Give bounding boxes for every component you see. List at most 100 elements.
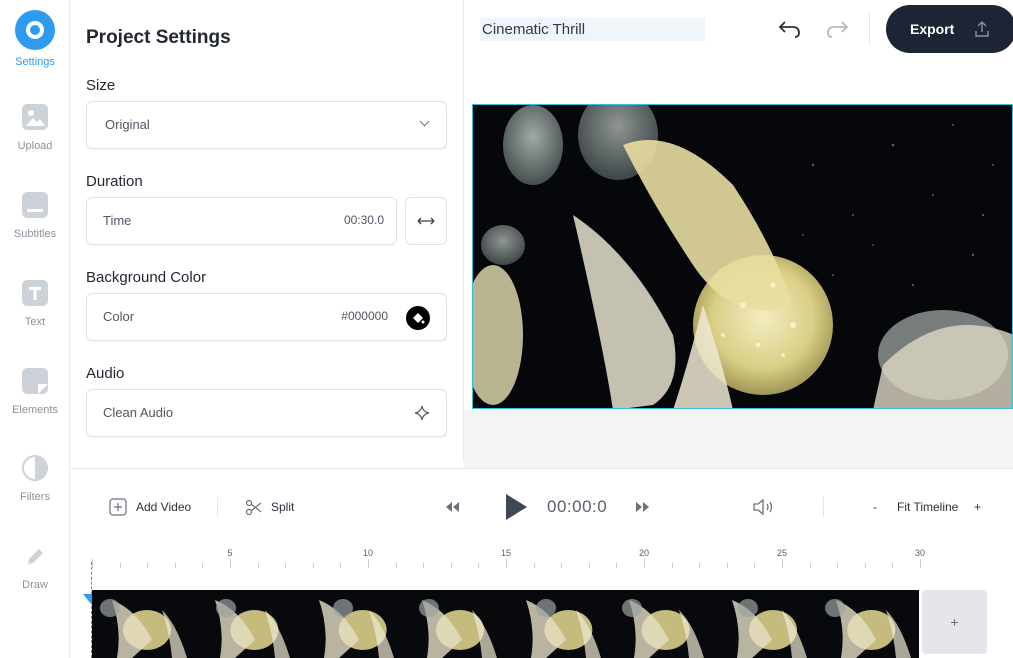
add-box-icon — [109, 498, 127, 516]
ruler-tick — [726, 563, 728, 568]
duration-field[interactable]: Time 00:30.0 — [86, 197, 397, 245]
split-label: Split — [271, 500, 295, 514]
undo-button[interactable] — [775, 17, 803, 41]
sidebar-item-draw[interactable]: Draw — [0, 543, 70, 623]
tool-sidebar: Settings Upload Subtitles Text Elements … — [0, 0, 70, 658]
duration-label: Duration — [86, 173, 143, 190]
clip-thumbnail — [712, 590, 817, 658]
clip-thumbnail — [92, 590, 196, 658]
ruler-tick — [312, 563, 314, 568]
sidebar-item-settings[interactable]: Settings — [0, 10, 70, 90]
video-track[interactable] — [92, 590, 919, 658]
ruler-label: 20 — [638, 548, 650, 558]
paint-bucket-icon[interactable] — [406, 306, 430, 330]
jellyfish-video-frame — [473, 105, 1012, 408]
ruler-label: 5 — [227, 548, 233, 558]
timeline-ruler[interactable]: 5 10 15 20 25 30 — [92, 548, 932, 568]
ruler-tick — [864, 563, 866, 568]
sidebar-item-filters[interactable]: Filters — [0, 455, 70, 535]
zoom-out-button[interactable]: - — [873, 500, 877, 514]
skip-back-button[interactable] — [444, 500, 460, 518]
add-clip-button[interactable]: + — [922, 590, 987, 654]
fast-forward-icon — [636, 502, 649, 512]
play-button[interactable] — [502, 492, 530, 522]
ruler-tick — [588, 563, 590, 568]
ruler-tick — [340, 563, 342, 568]
sidebar-item-label: Draw — [22, 579, 48, 591]
clip-thumbnail — [402, 590, 507, 658]
sidebar-item-elements[interactable]: Elements — [0, 368, 70, 448]
skip-forward-button[interactable] — [635, 500, 651, 518]
panel-title: Project Settings — [86, 27, 231, 48]
ruler-tick — [478, 563, 480, 568]
pencil-icon — [22, 543, 48, 569]
clip-thumbnail — [298, 590, 403, 658]
fit-duration-button[interactable] — [405, 197, 447, 245]
split-button[interactable]: Split — [245, 497, 294, 517]
undo-icon — [778, 21, 800, 38]
ruler-tick — [257, 563, 259, 568]
volume-button[interactable] — [752, 497, 776, 522]
sidebar-item-label: Elements — [12, 404, 58, 416]
ruler-tick — [147, 563, 149, 568]
ruler-tick — [920, 559, 921, 568]
redo-button[interactable] — [824, 17, 852, 41]
toolbar-divider — [217, 497, 218, 517]
background-color-field[interactable]: Color #000000 — [86, 293, 447, 341]
ruler-tick — [368, 559, 369, 568]
volume-icon — [753, 498, 773, 516]
subtitles-icon — [22, 192, 48, 218]
size-select[interactable]: Original — [86, 101, 447, 149]
ruler-tick — [837, 563, 839, 568]
ruler-tick — [230, 559, 231, 568]
fit-timeline-button[interactable]: Fit Timeline — [897, 500, 958, 514]
ruler-tick — [644, 559, 645, 568]
upload-icon — [975, 21, 989, 37]
sidebar-item-text[interactable]: Text — [0, 280, 70, 360]
duration-value: 00:30.0 — [343, 213, 384, 227]
color-field-label: Color — [103, 309, 135, 324]
audio-label: Audio — [86, 365, 125, 382]
ruler-tick — [174, 563, 176, 568]
add-video-button[interactable]: Add Video — [109, 497, 191, 517]
color-hex-value: #000000 — [341, 309, 388, 323]
settings-icon — [15, 10, 55, 50]
clean-audio-button[interactable]: Clean Audio — [86, 389, 447, 437]
current-time: 00:00:0 — [547, 497, 608, 516]
ruler-tick — [119, 563, 121, 568]
ruler-tick — [506, 559, 507, 568]
sidebar-item-upload[interactable]: Upload — [0, 104, 70, 184]
sticker-icon — [22, 368, 48, 394]
ruler-label: 25 — [776, 548, 788, 558]
horizontal-arrows-icon — [417, 217, 435, 225]
ruler-tick — [395, 563, 397, 568]
canvas-backdrop — [464, 410, 1013, 468]
ruler-tick — [450, 563, 452, 568]
sidebar-item-label: Subtitles — [13, 228, 57, 240]
sparkle-icon — [414, 405, 430, 421]
ruler-tick — [202, 563, 204, 568]
ruler-tick — [533, 563, 535, 568]
ruler-tick — [561, 563, 563, 568]
section-divider — [70, 468, 1013, 469]
video-preview[interactable] — [472, 104, 1013, 409]
ruler-tick — [782, 559, 783, 568]
chevron-down-icon — [419, 116, 430, 127]
sidebar-item-subtitles[interactable]: Subtitles — [0, 192, 70, 272]
project-title-input[interactable] — [480, 18, 705, 41]
duration-field-label: Time — [103, 213, 132, 228]
toolbar-divider — [823, 497, 824, 517]
topbar-divider — [869, 12, 870, 46]
ruler-label: 30 — [914, 548, 926, 558]
ruler-tick — [809, 563, 811, 568]
sidebar-item-label: Text — [24, 316, 46, 328]
clip-thumbnail — [195, 590, 300, 658]
clip-thumbnail — [608, 590, 713, 658]
add-video-label: Add Video — [136, 500, 192, 514]
export-button[interactable]: Export — [886, 5, 1013, 53]
ruler-tick — [671, 563, 673, 568]
ruler-tick — [616, 563, 618, 568]
zoom-in-button[interactable]: + — [974, 500, 981, 514]
play-icon — [506, 494, 527, 520]
ruler-label: 15 — [500, 548, 512, 558]
